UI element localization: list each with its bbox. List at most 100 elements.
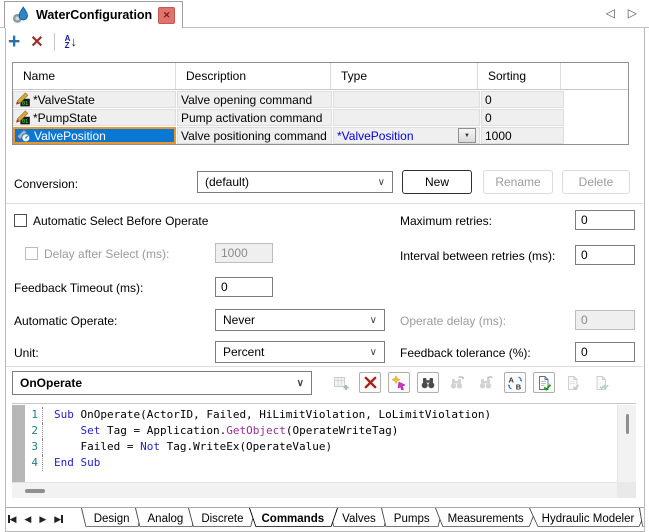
tab-scroll-left-icon[interactable]: ◁ [606, 6, 615, 20]
code-line[interactable]: 2 Set Tag = Application.GetObject(Operat… [12, 423, 617, 439]
tab-label: Analog [147, 513, 184, 525]
unit-combo[interactable]: Percent ∨ [215, 341, 385, 363]
cell-sorting[interactable]: 0 [481, 91, 564, 108]
unit-label: Unit: [14, 346, 39, 360]
code-line[interactable]: 4 End Sub [12, 455, 617, 471]
column-header-sorting[interactable]: Sorting [478, 63, 561, 89]
feedback-tolerance-input[interactable] [575, 342, 635, 362]
commands-grid: Name Description Type Sorting 01 *ValveSt… [12, 62, 629, 145]
auto-select-checkbox[interactable] [14, 214, 27, 227]
scrollbar-corner [617, 482, 636, 498]
code-line[interactable]: 1 Sub OnOperate(ActorID, Failed, HiLimitV… [12, 407, 617, 423]
cell-description[interactable]: Valve positioning command [177, 127, 332, 144]
code-line[interactable]: 3 Failed = Not Tag.WriteEx(OperateValue) [12, 439, 617, 455]
delete-button: Delete [562, 170, 630, 194]
feedback-timeout-input[interactable] [215, 277, 273, 297]
last-sheet-icon[interactable]: ▶ [54, 514, 63, 525]
editor-horizontal-scrollbar[interactable] [12, 482, 617, 498]
sheet-tab-analog[interactable]: Analog [134, 508, 197, 530]
code-text: Sub OnOperate(ActorID, Failed, HiLimitVi… [54, 408, 492, 421]
automatic-operate-combo[interactable]: Never ∨ [215, 309, 385, 331]
find-previous-icon [475, 372, 497, 393]
cell-name[interactable]: ValvePosition [13, 127, 176, 144]
column-header-name[interactable]: Name [13, 63, 176, 89]
automatic-operate-value: Never [223, 313, 256, 327]
conversion-combo[interactable]: (default) ∨ [197, 171, 393, 193]
tab-water-configuration[interactable]: WaterConfiguration ✕ [4, 1, 184, 28]
add-command-icon[interactable]: + [8, 31, 20, 52]
delete-script-icon[interactable] [359, 372, 381, 393]
interval-retries-input[interactable] [575, 245, 635, 265]
cell-sorting[interactable]: 0 [481, 109, 564, 126]
sheet-tab-discrete[interactable]: Discrete [188, 508, 257, 530]
replace-icon[interactable]: AB [504, 372, 526, 393]
cell-description[interactable]: Valve opening command [177, 91, 332, 108]
cell-filler [565, 91, 628, 108]
sort-az-icon[interactable]: AZ ↓ [65, 35, 77, 50]
tab-scroll-right-icon[interactable]: ▷ [628, 6, 637, 20]
cell-description[interactable]: Pump activation command [177, 109, 332, 126]
tab-label: Discrete [201, 513, 244, 525]
next-sheet-icon[interactable]: ▶ [39, 514, 46, 525]
table-row[interactable]: 01 *PumpState Pump activation command 0 [13, 109, 628, 126]
editor-vertical-scrollbar[interactable] [617, 405, 636, 482]
tag-name: *PumpState [33, 110, 98, 125]
sheet-nav-buttons: ◀ ◀ ▶ ▶ [6, 508, 71, 530]
type-dropdown-icon[interactable]: ▼ [458, 128, 476, 143]
tab-label: Measurements [447, 513, 524, 525]
cell-type[interactable] [333, 109, 480, 126]
sheet-tab-commands[interactable]: Commands [248, 508, 338, 530]
analog-command-icon [16, 129, 31, 142]
code-text: End Sub [54, 456, 101, 469]
sheet-tab-measurements[interactable]: Measurements [434, 508, 537, 530]
cell-sorting[interactable]: 1000 [481, 127, 564, 144]
top-tab-strip: WaterConfiguration ✕ ◁ ▷ [0, 0, 649, 28]
digital-command-icon: 01 [15, 92, 30, 107]
delay-after-select-label: Delay after Select (ms): [44, 247, 170, 261]
code-lines: 1 Sub OnOperate(ActorID, Failed, HiLimitV… [12, 407, 617, 471]
cell-type[interactable] [333, 91, 480, 108]
feedback-timeout-label: Feedback Timeout (ms): [14, 281, 144, 295]
validate-icon[interactable] [533, 372, 555, 393]
cell-name[interactable]: 01 *ValveState [13, 91, 176, 108]
cell-filler [565, 127, 628, 144]
line-number: 1 [12, 407, 43, 423]
code-text: Set Tag = Application.GetObject(OperateW… [80, 424, 399, 437]
sheet-tab-pumps[interactable]: Pumps [380, 508, 443, 530]
cell-name[interactable]: 01 *PumpState [13, 109, 176, 126]
frame-left-border [5, 27, 6, 532]
goto-icon[interactable] [388, 372, 410, 393]
sheet-tab-design[interactable]: Design [80, 508, 143, 530]
find-icon[interactable] [417, 372, 439, 393]
tab-label: Hydraulic Modeler [541, 513, 635, 525]
delete-command-icon[interactable]: ✕ [30, 32, 43, 52]
horizontal-scrollbar-thumb[interactable] [25, 489, 45, 493]
close-icon[interactable]: ✕ [158, 6, 176, 24]
cell-type[interactable]: *ValvePosition ▼ [333, 127, 480, 144]
water-configuration-window: WaterConfiguration ✕ ◁ ▷ + ✕ AZ ↓ Name D… [0, 0, 649, 532]
script-toolbar: AB [330, 372, 613, 393]
sheet-tab-hydraulic-modeler[interactable]: Hydraulic Modeler [528, 508, 644, 530]
bottom-tab-strip: ◀ ◀ ▶ ▶ Design Analog Discrete Commands Valv… [6, 507, 644, 530]
chevron-down-icon: ∨ [377, 176, 385, 188]
feedback-tolerance-label: Feedback tolerance (%): [400, 346, 531, 360]
grid-header-row: Name Description Type Sorting [13, 63, 628, 90]
script-code-editor[interactable]: 1 Sub OnOperate(ActorID, Failed, HiLimitV… [12, 403, 636, 498]
vertical-scrollbar-thumb[interactable] [626, 414, 629, 434]
table-row[interactable]: ValvePosition Valve positioning command *V… [13, 127, 628, 144]
column-header-description[interactable]: Description [176, 63, 331, 89]
table-row[interactable]: 01 *ValveState Valve opening command 0 [13, 91, 628, 108]
interval-retries-label: Interval between retries (ms): [400, 249, 556, 263]
column-header-filler [561, 63, 628, 89]
svg-text:01: 01 [22, 119, 28, 125]
insert-script-icon [330, 372, 352, 393]
tab-shape [639, 508, 644, 527]
maximum-retries-input[interactable] [575, 210, 635, 230]
column-header-type[interactable]: Type [331, 63, 478, 89]
previous-sheet-icon[interactable]: ◀ [24, 514, 31, 525]
new-button[interactable]: New [402, 170, 472, 194]
chevron-down-icon: ∨ [296, 377, 304, 389]
section-divider [6, 203, 643, 204]
first-sheet-icon[interactable]: ◀ [8, 514, 16, 525]
script-event-combo[interactable]: OnOperate ∨ [12, 371, 312, 395]
